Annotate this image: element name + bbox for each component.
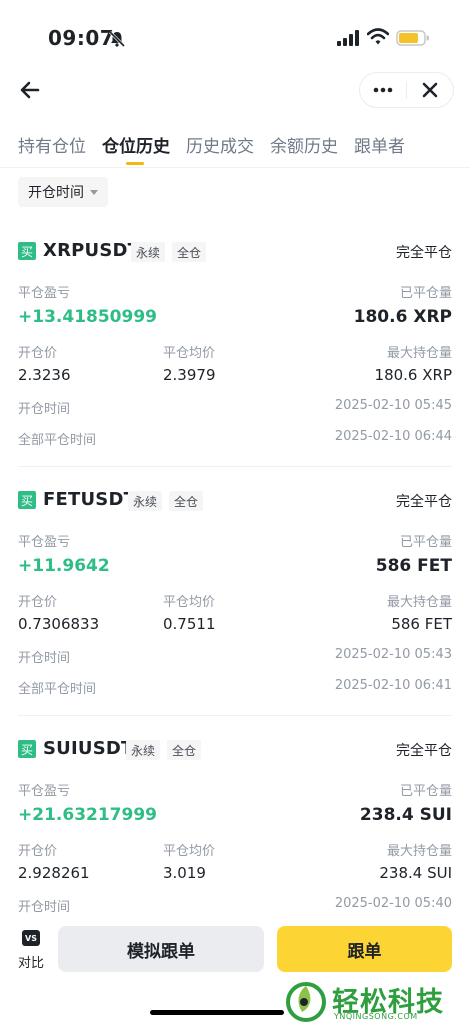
buy-badge: 买 <box>18 491 36 509</box>
closed-qty-value: 586 FET <box>375 556 452 576</box>
open-time-label: 开仓时间 <box>18 402 71 417</box>
caret-down-icon <box>90 189 98 195</box>
close-time-label: 全部平仓时间 <box>18 682 97 697</box>
capsule-menu <box>359 72 454 108</box>
margin-mode-tag: 全仓 <box>172 242 207 262</box>
pnl-value: +21.63217999 <box>18 805 157 825</box>
position-card-xrpusdt[interactable]: 买 XRPUSDT 永续 全仓 完全平仓 平仓盈亏 已平仓量 +13.41850… <box>18 240 452 450</box>
max-hold-label: 最大持仓量 <box>386 595 452 610</box>
tab-balance-history[interactable]: 余额历史 <box>270 132 338 157</box>
margin-mode-tag: 全仓 <box>169 491 204 511</box>
close-avg-label: 平仓均价 <box>163 844 216 859</box>
simulate-copy-button[interactable]: 模拟跟单 <box>58 926 264 972</box>
closed-qty-value: 238.4 SUI <box>359 805 452 825</box>
bottom-action-bar: VS 对比 模拟跟单 跟单 轻松科技 YNQINGSONG.COM <box>0 918 470 1024</box>
max-hold-value: 586 FET <box>391 615 452 633</box>
card-divider <box>18 466 452 467</box>
nav-bar <box>0 72 470 112</box>
close-avg-label: 平仓均价 <box>163 346 216 361</box>
open-price-label: 开仓价 <box>18 346 58 361</box>
open-time-label: 开仓时间 <box>18 651 71 666</box>
close-status: 完全平仓 <box>396 245 452 261</box>
closed-qty-value: 180.6 XRP <box>353 307 452 327</box>
close-avg-value: 2.3979 <box>163 366 216 384</box>
buy-badge: 买 <box>18 740 36 758</box>
closed-qty-label: 已平仓量 <box>399 535 452 550</box>
open-price-label: 开仓价 <box>18 595 58 610</box>
close-avg-value: 0.7511 <box>163 615 216 633</box>
max-hold-value: 180.6 XRP <box>374 366 452 384</box>
card-header: 买 SUIUSDT 永续 全仓 完全平仓 <box>18 738 452 764</box>
compare-label: 对比 <box>17 956 44 971</box>
max-hold-value: 238.4 SUI <box>379 864 452 882</box>
symbol: XRPUSDT <box>43 240 141 261</box>
pnl-label: 平仓盈亏 <box>18 784 71 799</box>
symbol: FETUSDT <box>43 489 137 510</box>
back-arrow-icon[interactable] <box>18 78 42 102</box>
open-time-value: 2025-02-10 05:40 <box>334 896 452 911</box>
pnl-value: +13.41850999 <box>18 307 157 327</box>
closed-qty-label: 已平仓量 <box>399 286 452 301</box>
open-price-value: 2.928261 <box>18 864 90 882</box>
close-time-value: 2025-02-10 06:41 <box>334 678 452 693</box>
tab-positions[interactable]: 持有仓位 <box>18 132 86 157</box>
tab-bar: 持有仓位 仓位历史 历史成交 余额历史 跟单者 <box>0 128 470 168</box>
signal-icon <box>337 30 359 46</box>
open-price-value: 0.7306833 <box>18 615 100 633</box>
open-time-value: 2025-02-10 05:45 <box>334 398 452 413</box>
copy-trade-button[interactable]: 跟单 <box>277 926 452 972</box>
close-time-label: 全部平仓时间 <box>18 433 97 448</box>
pnl-label: 平仓盈亏 <box>18 286 71 301</box>
compare-button[interactable]: VS 对比 <box>14 930 48 978</box>
vs-icon: VS <box>22 930 40 946</box>
home-indicator <box>150 1010 284 1015</box>
closed-qty-label: 已平仓量 <box>399 784 452 799</box>
card-divider <box>18 715 452 716</box>
status-time: 09:07 <box>48 26 115 50</box>
open-time-value: 2025-02-10 05:43 <box>334 647 452 662</box>
watermark: 轻松科技 YNQINGSONG.COM <box>286 982 470 1022</box>
battery-icon <box>396 30 429 46</box>
tab-position-history[interactable]: 仓位历史 <box>102 132 170 157</box>
contract-type-tag: 永续 <box>131 242 166 262</box>
tab-trade-history[interactable]: 历史成交 <box>186 132 254 157</box>
close-avg-label: 平仓均价 <box>163 595 216 610</box>
buy-badge: 买 <box>18 242 36 260</box>
close-status: 完全平仓 <box>396 494 452 510</box>
close-time-value: 2025-02-10 06:44 <box>334 429 452 444</box>
filter-label: 开仓时间 <box>28 185 84 201</box>
watermark-logo <box>286 982 326 1022</box>
open-time-filter[interactable]: 开仓时间 <box>18 177 108 207</box>
bell-slash-icon <box>108 30 126 48</box>
close-avg-value: 3.019 <box>163 864 206 882</box>
status-bar: 09:07 <box>0 0 470 72</box>
close-icon <box>422 82 438 98</box>
watermark-url: YNQINGSONG.COM <box>334 1012 418 1021</box>
more-icon <box>373 87 393 93</box>
contract-type-tag: 永续 <box>128 491 163 511</box>
max-hold-label: 最大持仓量 <box>386 346 452 361</box>
active-tab-indicator <box>126 162 144 165</box>
open-price-label: 开仓价 <box>18 844 58 859</box>
open-price-value: 2.3236 <box>18 366 71 384</box>
max-hold-label: 最大持仓量 <box>386 844 452 859</box>
open-time-label: 开仓时间 <box>18 900 71 915</box>
contract-type-tag: 永续 <box>126 740 161 760</box>
more-button[interactable] <box>360 73 406 107</box>
close-button[interactable] <box>407 73 453 107</box>
pnl-value: +11.9642 <box>18 556 110 576</box>
position-card-suiusdt[interactable]: 买 SUIUSDT 永续 全仓 完全平仓 平仓盈亏 已平仓量 +21.63217… <box>18 738 452 918</box>
pnl-label: 平仓盈亏 <box>18 535 71 550</box>
tab-followers[interactable]: 跟单者 <box>354 132 405 157</box>
wifi-icon <box>367 28 389 45</box>
position-card-fetusdt[interactable]: 买 FETUSDT 永续 全仓 完全平仓 平仓盈亏 已平仓量 +11.9642 … <box>18 489 452 699</box>
close-status: 完全平仓 <box>396 743 452 759</box>
margin-mode-tag: 全仓 <box>167 740 202 760</box>
card-header: 买 FETUSDT 永续 全仓 完全平仓 <box>18 489 452 515</box>
card-header: 买 XRPUSDT 永续 全仓 完全平仓 <box>18 240 452 266</box>
symbol: SUIUSDT <box>43 738 134 759</box>
